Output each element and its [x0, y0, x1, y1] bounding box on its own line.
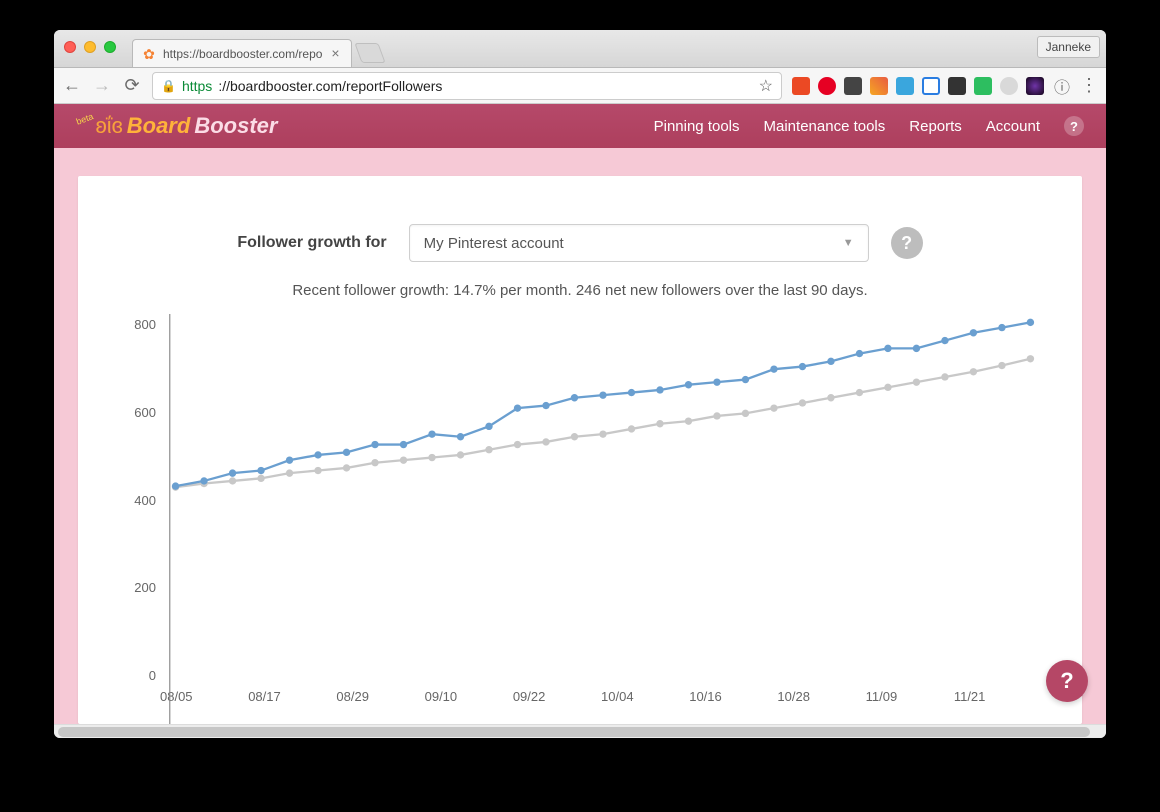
- new-tab-button[interactable]: [354, 43, 385, 63]
- chevron-down-icon: ▼: [843, 237, 854, 249]
- butterfly-icon: ʚΐɞ: [96, 113, 123, 139]
- growth-summary: Recent follower growth: 14.7% per month.…: [118, 282, 1042, 299]
- brand-text-2: Booster: [194, 113, 277, 139]
- nav-maintenance-tools[interactable]: Maintenance tools: [764, 118, 886, 135]
- follower-chart: 800 600 400 200 0: [118, 313, 1042, 683]
- back-button[interactable]: ←: [62, 75, 82, 96]
- pinterest-icon[interactable]: [818, 77, 836, 95]
- report-card: Follower growth for My Pinterest account…: [78, 176, 1082, 724]
- y-tick-label: 400: [134, 493, 156, 508]
- dropdown-selected: My Pinterest account: [424, 235, 564, 252]
- beta-badge: beta: [75, 111, 95, 126]
- y-tick-label: 200: [134, 580, 156, 595]
- browser-tab[interactable]: ✿ https://boardbooster.com/repo ×: [132, 39, 352, 67]
- site-logo[interactable]: beta ʚΐɞ BoardBooster: [76, 113, 277, 139]
- lock-icon: 🔒: [161, 79, 176, 93]
- window-minimize-button[interactable]: [84, 41, 96, 53]
- y-axis: 800 600 400 200 0: [118, 313, 156, 683]
- nav-pinning-tools[interactable]: Pinning tools: [654, 118, 740, 135]
- profile-chip[interactable]: Janneke: [1037, 36, 1100, 58]
- browser-toolbar: ← → ⟳ 🔒 https ://boardbooster.com/reportF…: [54, 68, 1106, 104]
- browser-menu-icon[interactable]: ⋮: [1080, 75, 1098, 96]
- site-header: beta ʚΐɞ BoardBooster Pinning tools Main…: [54, 104, 1106, 148]
- extension-icon[interactable]: [922, 77, 940, 95]
- address-bar[interactable]: 🔒 https ://boardbooster.com/reportFollowe…: [152, 72, 782, 100]
- buffer-icon[interactable]: [948, 77, 966, 95]
- reload-button[interactable]: ⟳: [122, 75, 142, 96]
- info-icon[interactable]: ⓘ: [1052, 74, 1072, 98]
- butterfly-icon: ✿: [141, 46, 157, 62]
- window-close-button[interactable]: [64, 41, 76, 53]
- stumbleupon-icon[interactable]: [792, 77, 810, 95]
- primary-nav: Pinning tools Maintenance tools Reports …: [654, 116, 1084, 136]
- bookmark-star-icon[interactable]: ☆: [759, 76, 773, 96]
- nav-reports[interactable]: Reports: [909, 118, 962, 135]
- tab-title: https://boardbooster.com/repo: [163, 47, 322, 61]
- y-tick-label: 800: [134, 317, 156, 332]
- tab-close-icon[interactable]: ×: [328, 47, 342, 61]
- browser-window: ✿ https://boardbooster.com/repo × Jannek…: [54, 30, 1106, 738]
- forward-button[interactable]: →: [92, 75, 112, 96]
- page-viewport: beta ʚΐɞ BoardBooster Pinning tools Main…: [54, 104, 1106, 724]
- extension-icon[interactable]: [1000, 77, 1018, 95]
- brand-text-1: Board: [127, 113, 191, 139]
- selector-label: Follower growth for: [237, 234, 386, 252]
- extension-icon[interactable]: [1026, 77, 1044, 95]
- url-path: ://boardbooster.com/reportFollowers: [218, 78, 442, 94]
- window-titlebar: ✿ https://boardbooster.com/repo × Jannek…: [54, 30, 1106, 68]
- chart-plot-area: [164, 313, 1042, 683]
- analytics-icon[interactable]: [870, 77, 888, 95]
- account-dropdown[interactable]: My Pinterest account ▼: [409, 224, 869, 262]
- help-tooltip-icon[interactable]: ?: [891, 227, 923, 259]
- help-icon[interactable]: ?: [1064, 116, 1084, 136]
- evernote-icon[interactable]: [974, 77, 992, 95]
- extensions: ⓘ ⋮: [792, 74, 1098, 98]
- horizontal-scrollbar[interactable]: [54, 724, 1106, 738]
- url-scheme: https: [182, 78, 212, 94]
- nav-account[interactable]: Account: [986, 118, 1040, 135]
- scrollbar-thumb[interactable]: [58, 727, 1090, 737]
- extension-icon[interactable]: [896, 77, 914, 95]
- window-zoom-button[interactable]: [104, 41, 116, 53]
- pocket-icon[interactable]: [844, 77, 862, 95]
- selector-row: Follower growth for My Pinterest account…: [118, 224, 1042, 262]
- y-tick-label: 600: [134, 405, 156, 420]
- y-tick-label: 0: [149, 668, 156, 683]
- chat-help-button[interactable]: ?: [1046, 660, 1088, 702]
- window-controls: [64, 41, 116, 53]
